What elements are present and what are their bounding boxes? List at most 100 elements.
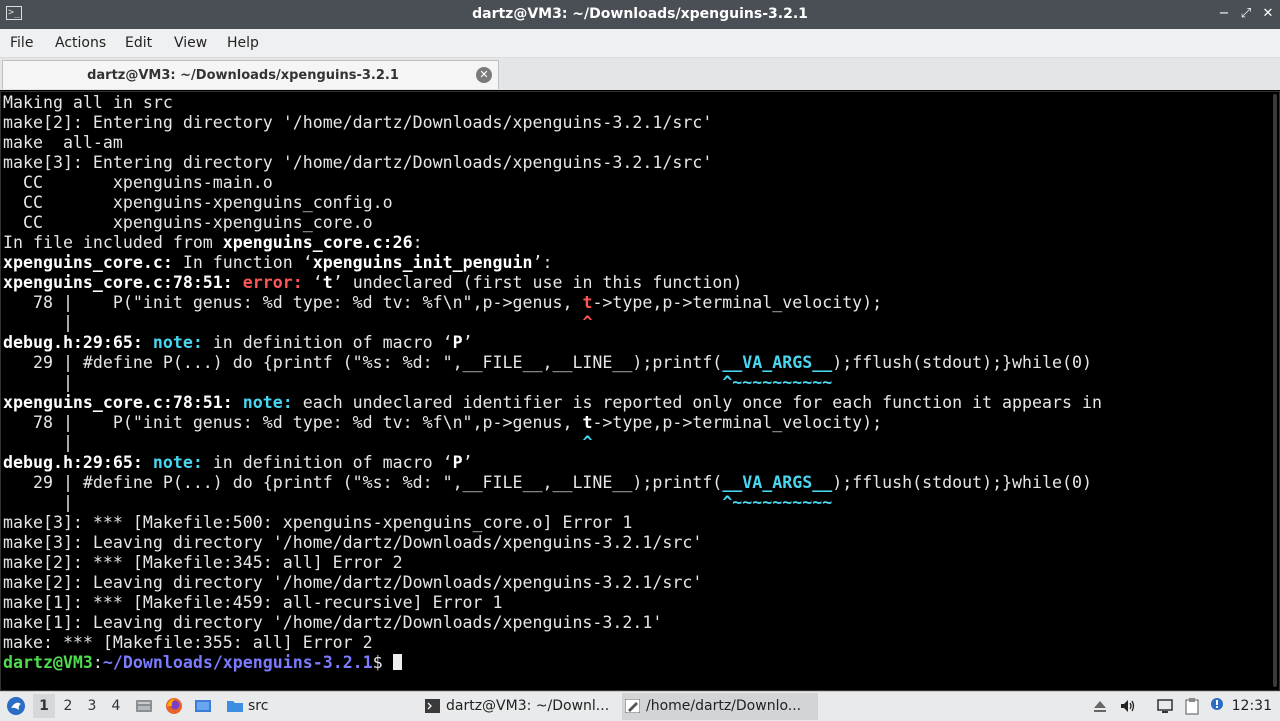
terminal-line: Making all in src <box>3 93 1102 113</box>
terminal-line: make[3]: Leaving directory '/home/dartz/… <box>3 533 1102 553</box>
close-button[interactable]: ✕ <box>1259 5 1277 23</box>
terminal-text-segment: | <box>3 493 723 512</box>
terminal-text-segment: __VA_ARGS__ <box>722 473 833 492</box>
terminal-text-segment: make[2]: Entering directory '/home/dartz… <box>3 113 713 132</box>
terminal-text-segment: t <box>582 293 593 312</box>
terminal-line: CC xpenguins-xpenguins_core.o <box>3 213 1102 233</box>
terminal-line: make[3]: *** [Makefile:500: xpenguins-xp… <box>3 513 1102 533</box>
window-titlebar[interactable]: >_ dartz@VM3: ~/Downloads/xpenguins-3.2.… <box>0 0 1280 29</box>
terminal-line: make all-am <box>3 133 1102 153</box>
terminal-text-segment: xpenguins_core.c:78:51: <box>3 393 233 412</box>
terminal-text-segment: make all-am <box>3 133 123 152</box>
clock[interactable]: 12:31 <box>1232 692 1272 720</box>
terminal-text-segment: in definition of macro ‘ <box>202 333 453 352</box>
terminal-scrollbar[interactable] <box>1273 94 1277 687</box>
terminal-text-segment: xpenguins_core.c:78:51: <box>3 273 233 292</box>
screen-icon[interactable] <box>1156 697 1174 715</box>
terminal-text-segment: debug.h:29:65: <box>3 453 143 472</box>
terminal-text-segment: ^~~~~~~~~~~ <box>722 373 833 392</box>
menu-view[interactable]: View <box>174 29 207 57</box>
menu-file[interactable]: File <box>10 29 33 57</box>
terminal-text-segment: ’ <box>462 453 473 472</box>
clipboard-icon[interactable] <box>1183 697 1201 715</box>
prompt-userhost: dartz@VM3 <box>3 653 93 672</box>
terminal-line: | ^~~~~~~~~~~ <box>3 373 1102 393</box>
window-title: dartz@VM3: ~/Downloads/xpenguins-3.2.1 <box>472 6 808 22</box>
terminal-output: Making all in src make[2]: Entering direc… <box>3 93 1102 673</box>
terminal-text-segment: 29 | #define P(...) do {printf ("%s: %d:… <box>3 353 723 372</box>
workspace-2[interactable]: 2 <box>57 694 79 718</box>
folder-launcher-label[interactable]: src <box>248 692 268 720</box>
terminal-text-segment: note: <box>152 453 203 472</box>
terminal-text-segment: | <box>3 313 583 332</box>
volume-icon[interactable] <box>1119 697 1137 715</box>
terminal-line: make[2]: Entering directory '/home/dartz… <box>3 113 1102 133</box>
eject-icon[interactable] <box>1091 697 1109 715</box>
terminal-text-segment: 29 | #define P(...) do {printf ("%s: %d:… <box>3 473 723 492</box>
menu-help[interactable]: Help <box>227 29 259 57</box>
terminal-text-segment: debug.h:29:65: <box>3 333 143 352</box>
terminal-text-segment: make[2]: *** [Makefile:345: all] Error 2 <box>3 553 403 572</box>
text-cursor <box>392 654 402 670</box>
prompt-separator: : <box>92 653 103 672</box>
menu-edit[interactable]: Edit <box>125 29 152 57</box>
taskbar: 1 2 3 4 src dartz@VM3: ~/Downl... /home/… <box>0 691 1280 721</box>
terminal-line: make[1]: *** [Makefile:459: all-recursiv… <box>3 593 1102 613</box>
tab-bar: dartz@VM3: ~/Downloads/xpenguins-3.2.1 ✕ <box>0 58 1280 90</box>
minimize-button[interactable]: − <box>1215 5 1233 23</box>
terminal-line: xpenguins_core.c:78:51: note: each undec… <box>3 393 1102 413</box>
terminal-line: make[2]: Leaving directory '/home/dartz/… <box>3 573 1102 593</box>
terminal-text-segment: make[3]: Entering directory '/home/dartz… <box>3 153 713 172</box>
terminal-text-segment: 78 | P("init genus: %d type: %d tv: %f\n… <box>3 413 583 432</box>
terminal-text-segment: error: <box>242 273 303 292</box>
terminal-line: CC xpenguins-xpenguins_config.o <box>3 193 1102 213</box>
workspace-4[interactable]: 4 <box>105 694 127 718</box>
terminal-text-segment: ’ <box>462 333 473 352</box>
terminal-text-segment: t <box>322 273 333 292</box>
terminal-text-segment: | <box>3 373 723 392</box>
terminal-icon <box>425 699 440 713</box>
terminal-line: make[3]: Entering directory '/home/dartz… <box>3 153 1102 173</box>
terminal-view[interactable]: Making all in src make[2]: Entering direc… <box>0 91 1280 691</box>
show-desktop-icon[interactable] <box>194 697 212 715</box>
menu-actions[interactable]: Actions <box>55 29 106 57</box>
update-notifier-icon[interactable] <box>1210 697 1224 711</box>
tab-label: dartz@VM3: ~/Downloads/xpenguins-3.2.1 <box>87 68 399 83</box>
terminal-text-segment: ’ undeclared (first use in this function… <box>332 273 743 292</box>
terminal-text-segment: make[1]: *** [Makefile:459: all-recursiv… <box>3 593 503 612</box>
workspace-1[interactable]: 1 <box>33 694 55 718</box>
terminal-line: xpenguins_core.c: In function ‘xpenguins… <box>3 253 1102 273</box>
terminal-text-segment: t <box>582 413 593 432</box>
terminal-text-segment: 78 | P("init genus: %d type: %d tv: %f\n… <box>3 293 583 312</box>
terminal-text-segment: make[2]: Leaving directory '/home/dartz/… <box>3 573 703 592</box>
terminal-text-segment: ->type,p->terminal_velocity); <box>592 293 883 312</box>
terminal-text-segment: ^~~~~~~~~~~ <box>722 493 833 512</box>
task-text-editor[interactable]: /home/dartz/Downlo... <box>622 693 818 720</box>
terminal-line: xpenguins_core.c:78:51: error: ‘t’ undec… <box>3 273 1102 293</box>
terminal-tab[interactable]: dartz@VM3: ~/Downloads/xpenguins-3.2.1 ✕ <box>2 60 499 89</box>
prompt-line[interactable]: dartz@VM3:~/Downloads/xpenguins-3.2.1$ <box>3 653 1102 673</box>
task-terminal[interactable]: dartz@VM3: ~/Downl... <box>422 693 618 720</box>
terminal-line: 78 | P("init genus: %d type: %d tv: %f\n… <box>3 293 1102 313</box>
file-manager-icon[interactable] <box>135 697 153 715</box>
workspace-3[interactable]: 3 <box>81 694 103 718</box>
terminal-text-segment: | <box>3 433 583 452</box>
maximize-button[interactable]: ⤢ <box>1237 5 1255 23</box>
terminal-text-segment: CC xpenguins-xpenguins_config.o <box>3 193 393 212</box>
firefox-icon[interactable] <box>165 697 183 715</box>
tab-close-icon[interactable]: ✕ <box>476 67 492 83</box>
terminal-text-segment: );fflush(stdout);}while(0) <box>832 353 1092 372</box>
terminal-line: debug.h:29:65: note: in definition of ma… <box>3 333 1102 353</box>
terminal-text-segment: make[3]: Leaving directory '/home/dartz/… <box>3 533 703 552</box>
start-menu-icon[interactable] <box>6 696 26 716</box>
terminal-text-segment: make: *** [Makefile:355: all] Error 2 <box>3 633 373 652</box>
terminal-text-segment: P <box>452 453 463 472</box>
terminal-text-segment: In file included from <box>3 233 223 252</box>
terminal-text-segment: xpenguins_core.c: <box>3 253 173 272</box>
folder-icon[interactable] <box>226 697 244 715</box>
terminal-text-segment: Making all in src <box>3 93 173 112</box>
terminal-text-segment: xpenguins_core.c:26 <box>222 233 413 252</box>
